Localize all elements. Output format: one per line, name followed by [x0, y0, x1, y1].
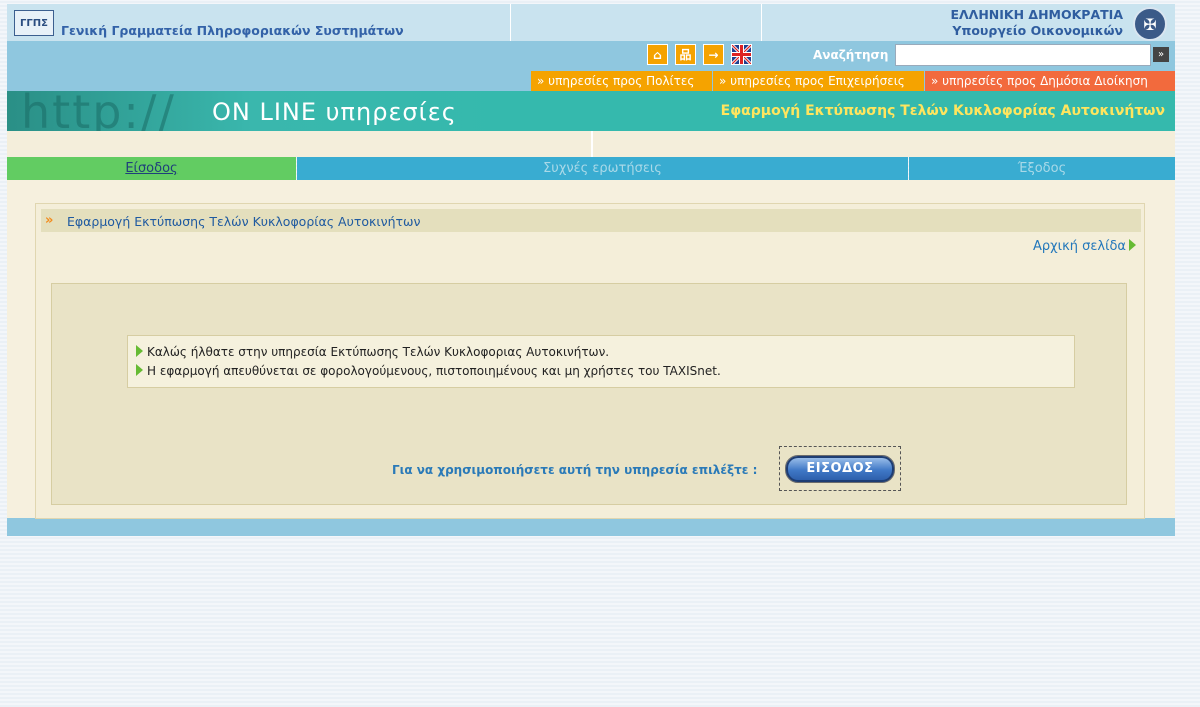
bullet-arrow-icon — [136, 364, 143, 376]
inner-panel: Καλώς ήλθατε στην υπηρεσία Εκτύπωσης Τελ… — [51, 283, 1127, 505]
app-title: Εφαρμογή Εκτύπωσης Τελών Κυκλοφορίας Αυτ… — [720, 103, 1165, 119]
footer-bar — [7, 518, 1175, 536]
audience-message: Η εφαρμογή απευθύνεται σε φορολογούμενου… — [136, 364, 721, 378]
main-nav: Είσοδος Συχνές ερωτήσεις Έξοδος — [7, 157, 1175, 180]
services-row: » υπηρεσίες προς Πολίτες » υπηρεσίες προ… — [7, 69, 1175, 91]
enter-button[interactable]: ΕΙΣΟΔΟΣ — [785, 454, 895, 483]
ggps-logo[interactable]: ΓΓΠΣ — [14, 10, 54, 36]
nav-faq-tab[interactable]: Συχνές ερωτήσεις — [297, 157, 908, 180]
welcome-message-text: Καλώς ήλθατε στην υπηρεσία Εκτύπωσης Τελ… — [147, 345, 610, 359]
panel-title: Εφαρμογή Εκτύπωσης Τελών Κυκλοφορίας Αυτ… — [67, 214, 421, 229]
home-page-link-label[interactable]: Αρχική σελίδα — [1033, 239, 1126, 254]
main-panel: » Εφαρμογή Εκτύπωσης Τελών Κυκλοφορίας Α… — [35, 203, 1145, 519]
banner-online-services: ON LINE υπηρεσίες — [212, 98, 457, 126]
toolbar-row: ⌂ 品 → Αναζήτηση » — [7, 41, 1175, 69]
banner: http:// ON LINE υπηρεσίες Εφαρμογή Εκτύπ… — [7, 91, 1175, 131]
nav-login-tab[interactable]: Είσοδος — [7, 157, 296, 180]
org-cell: ΓΓΠΣ Γενική Γραμματεία Πληροφοριακών Συσ… — [7, 4, 511, 41]
ministry-name: Υπουργείο Οικονομικών — [952, 23, 1123, 38]
banner-http-graphic: http:// — [21, 91, 176, 131]
double-arrow-icon: » — [45, 213, 54, 228]
search-go-button[interactable]: » — [1153, 47, 1169, 62]
strip-divider — [591, 131, 593, 157]
gov-title: ΕΛΛΗΝΙΚΗ ΔΗΜΟΚΡΑΤΙΑ — [950, 7, 1123, 22]
home-page-link[interactable]: Αρχική σελίδα — [1033, 239, 1136, 254]
bullet-arrow-icon — [136, 345, 143, 357]
spacer-strip — [7, 131, 1175, 157]
contact-icon[interactable]: → — [703, 44, 724, 65]
nav-exit-tab[interactable]: Έξοδος — [909, 157, 1175, 180]
welcome-message: Καλώς ήλθατε στην υπηρεσία Εκτύπωσης Τελ… — [136, 345, 609, 359]
welcome-message-box: Καλώς ήλθατε στην υπηρεσία Εκτύπωσης Τελ… — [127, 335, 1075, 388]
enter-prompt: Για να χρησιμοποιήσετε αυτή την υπηρεσία… — [392, 463, 758, 477]
english-flag-icon[interactable] — [731, 44, 752, 65]
search-label: Αναζήτηση — [813, 48, 889, 62]
gov-cell: ΕΛΛΗΝΙΚΗ ΔΗΜΟΚΡΑΤΙΑ Υπουργείο Οικονομικώ… — [762, 4, 1175, 41]
header-spacer — [511, 4, 762, 41]
arrow-right-icon — [1129, 239, 1136, 251]
org-name[interactable]: Γενική Γραμματεία Πληροφοριακών Συστημάτ… — [61, 23, 404, 38]
greek-emblem-icon: ✠ — [1133, 7, 1167, 41]
search-input[interactable] — [895, 44, 1151, 66]
sitemap-icon[interactable]: 品 — [675, 44, 696, 65]
services-business-link[interactable]: » υπηρεσίες προς Επιχειρήσεις — [713, 71, 924, 91]
panel-header: » Εφαρμογή Εκτύπωσης Τελών Κυκλοφορίας Α… — [41, 209, 1141, 232]
top-header: ΓΓΠΣ Γενική Γραμματεία Πληροφοριακών Συσ… — [7, 4, 1175, 41]
enter-button-focus: ΕΙΣΟΔΟΣ — [779, 446, 901, 491]
services-public-admin-link[interactable]: » υπηρεσίες προς Δημόσια Διοίκηση — [925, 71, 1175, 91]
home-icon[interactable]: ⌂ — [647, 44, 668, 65]
services-citizens-link[interactable]: » υπηρεσίες προς Πολίτες — [531, 71, 712, 91]
audience-message-text: Η εφαρμογή απευθύνεται σε φορολογούμενου… — [147, 364, 721, 378]
